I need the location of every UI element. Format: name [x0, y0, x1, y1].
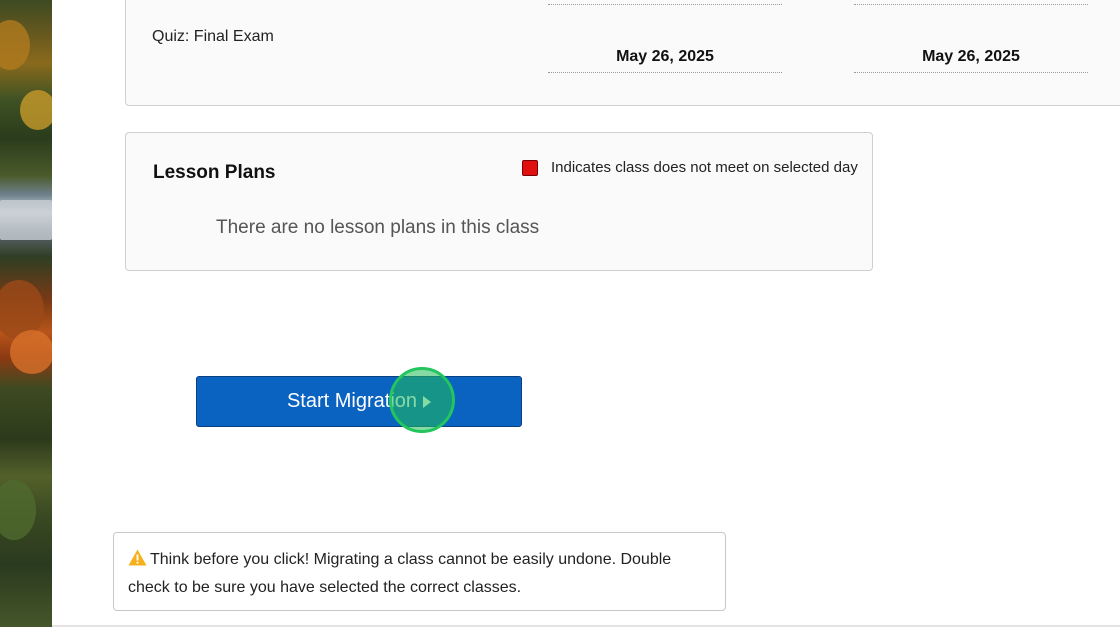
background-photo-strip: [0, 0, 52, 627]
date-row-divider: [548, 4, 782, 5]
warning-text: Think before you click! Migrating a clas…: [128, 551, 672, 596]
warning-triangle-icon: [128, 549, 147, 575]
red-square-icon: [522, 159, 538, 176]
caret-right-icon: [423, 395, 432, 408]
empty-state-message: There are no lesson plans in this class: [216, 217, 540, 238]
legend-text: Indicates class does not meet on selecte…: [551, 159, 858, 176]
lesson-plans-card: Lesson Plans Indicates class does not me…: [125, 132, 873, 271]
date-row-divider: [854, 4, 1088, 5]
end-date-value: May 26, 2025: [854, 48, 1088, 73]
start-migration-button[interactable]: Start Migration: [196, 376, 522, 427]
start-date-field[interactable]: May 26, 2025: [548, 48, 782, 73]
legend: Indicates class does not meet on selecte…: [522, 159, 858, 176]
assessment-name: Quiz: Final Exam: [152, 28, 274, 45]
start-date-value: May 26, 2025: [548, 48, 782, 73]
end-date-field[interactable]: May 26, 2025: [854, 48, 1088, 73]
assessment-card: Quiz: Final Exam May 26, 2025 May 26, 20…: [125, 0, 1120, 106]
warning-box: Think before you click! Migrating a clas…: [113, 532, 726, 611]
lesson-plans-title: Lesson Plans: [153, 162, 276, 183]
start-migration-label: Start Migration: [286, 390, 418, 412]
main-content: Quiz: Final Exam May 26, 2025 May 26, 20…: [52, 0, 1120, 627]
